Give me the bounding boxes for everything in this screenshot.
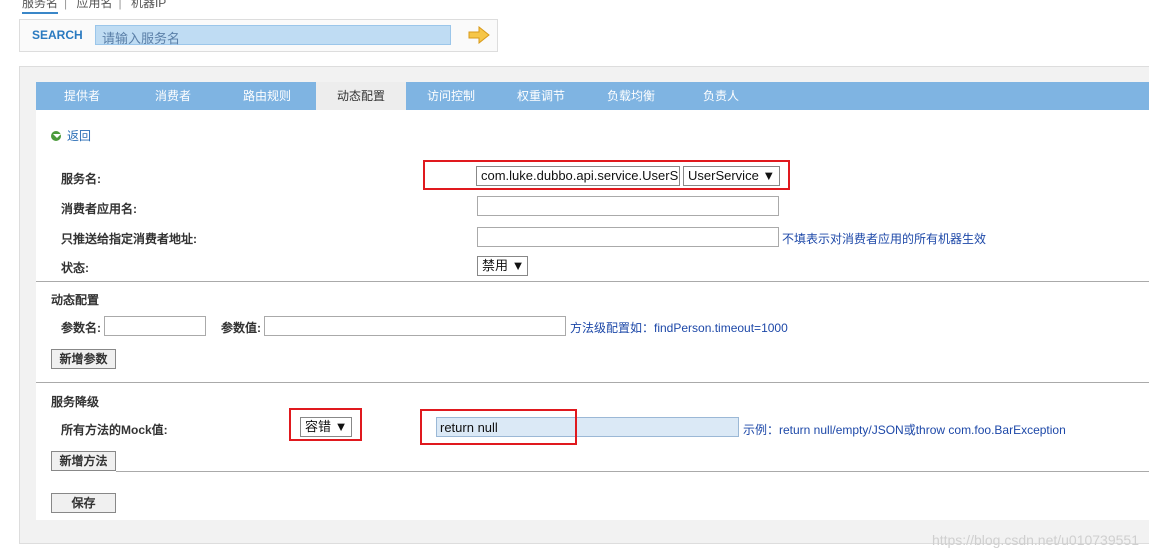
top-tabs: 服务名 | 应用名 | 机器IP: [22, 0, 172, 14]
push-address-label: 只推送给指定消费者地址:: [61, 232, 197, 246]
status-select[interactable]: 禁用 ▼: [477, 256, 528, 276]
divider: [36, 382, 1149, 383]
search-bar: SEARCH 请输入服务名: [19, 19, 498, 52]
dropdown-arrow-icon: ▼: [511, 258, 525, 273]
divider: [36, 281, 1149, 282]
service-label: 服务名:: [61, 172, 101, 186]
tab-consumers[interactable]: 消费者: [128, 82, 218, 110]
push-address-input[interactable]: [477, 227, 779, 247]
param-value-input[interactable]: [264, 316, 566, 336]
mock-hint: 示例：return null/empty/JSON或throw com.foo.…: [743, 423, 1066, 437]
top-tab-app[interactable]: 应用名: [76, 0, 112, 10]
content-panel: [36, 82, 1149, 520]
tab-owners[interactable]: 负责人: [676, 82, 766, 110]
service-name-input[interactable]: com.luke.dubbo.api.service.UserS: [476, 166, 680, 186]
tab-weights[interactable]: 权重调节: [496, 82, 586, 110]
divider: [116, 471, 1149, 472]
tab-load-balance[interactable]: 负载均衡: [586, 82, 676, 110]
mock-type-select[interactable]: 容错 ▼: [300, 417, 352, 437]
tab-routes[interactable]: 路由规则: [218, 82, 316, 110]
param-hint: 方法级配置如：findPerson.timeout=1000: [570, 321, 788, 335]
save-button[interactable]: 保存: [51, 493, 116, 513]
consumer-app-label: 消费者应用名:: [61, 202, 137, 216]
tab-bar: 提供者 消费者 路由规则 动态配置 访问控制 权重调节 负载均衡 负责人: [36, 82, 1149, 110]
top-tab-ip[interactable]: 机器IP: [131, 0, 166, 10]
watermark: https://blog.csdn.net/u010739551: [931, 532, 1139, 548]
param-name-input[interactable]: [104, 316, 206, 336]
top-tab-service[interactable]: 服务名: [22, 0, 59, 14]
arrow-right-icon[interactable]: [468, 26, 490, 44]
back-link[interactable]: 返回: [51, 127, 91, 144]
mock-label: 所有方法的Mock值:: [61, 423, 168, 437]
tab-dynamic-config[interactable]: 动态配置: [316, 82, 406, 110]
add-param-button[interactable]: 新增参数: [51, 349, 116, 369]
tab-access-control[interactable]: 访问控制: [406, 82, 496, 110]
dropdown-arrow-icon: ▼: [334, 419, 348, 434]
service-select[interactable]: UserService ▼: [683, 166, 780, 186]
search-label: SEARCH: [32, 28, 83, 42]
status-label: 状态:: [61, 261, 89, 275]
degrade-title: 服务降级: [51, 395, 100, 409]
back-icon: [51, 131, 61, 141]
dynamic-config-title: 动态配置: [51, 293, 100, 307]
add-method-button[interactable]: 新增方法: [51, 451, 116, 471]
search-input[interactable]: 请输入服务名: [95, 25, 451, 46]
push-address-hint: 不填表示对消费者应用的所有机器生效: [782, 232, 987, 246]
param-value-label: 参数值:: [221, 321, 261, 335]
consumer-app-input[interactable]: [477, 196, 779, 216]
tab-providers[interactable]: 提供者: [36, 82, 128, 110]
dropdown-arrow-icon: ▼: [762, 168, 776, 183]
highlight-mock-value: [420, 409, 577, 445]
param-name-label: 参数名:: [61, 321, 101, 335]
